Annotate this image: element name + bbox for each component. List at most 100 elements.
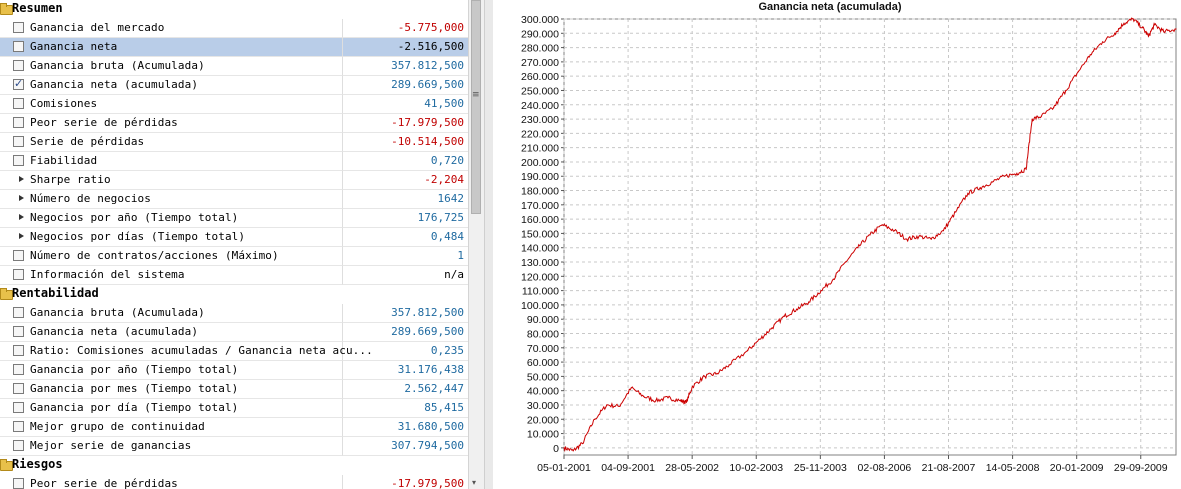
property-row[interactable]: Número de contratos/acciones (Máximo) 1 [0, 247, 468, 266]
property-name-cell: Ganancia por mes (Tiempo total) [0, 380, 343, 399]
expand-triangle-icon[interactable] [19, 214, 24, 220]
y-tick-label: 160.000 [521, 214, 559, 226]
property-row[interactable]: Sharpe ratio -2,204 [0, 171, 468, 190]
data-point [1040, 115, 1042, 117]
property-row[interactable]: Peor serie de pérdidas -17.979,500 [0, 475, 468, 489]
property-label: Ganancia del mercado [30, 21, 165, 34]
property-checkbox[interactable] [13, 478, 24, 489]
property-checkbox[interactable] [13, 155, 24, 166]
data-point [1154, 24, 1156, 26]
property-checkbox[interactable] [13, 250, 24, 261]
property-checkbox[interactable] [13, 22, 24, 33]
property-checkbox[interactable] [13, 98, 24, 109]
property-row[interactable]: Peor serie de pérdidas -17.979,500 [0, 114, 468, 133]
property-checkbox[interactable] [13, 326, 24, 337]
data-point [979, 187, 981, 189]
property-value-cell: 307.794,500 [343, 437, 468, 456]
x-tick-label: 10-02-2003 [729, 462, 783, 474]
data-point [1025, 168, 1027, 170]
data-point [572, 450, 574, 452]
property-row[interactable]: Ganancia bruta (Acumulada) 357.812,500 [0, 304, 468, 323]
property-value: 0,235 [430, 344, 464, 357]
property-name-cell: Número de negocios [0, 190, 343, 209]
data-point [930, 238, 932, 240]
property-name-cell: Peor serie de pérdidas [0, 114, 343, 133]
property-value: 0,720 [430, 154, 464, 167]
property-checkbox[interactable] [13, 402, 24, 413]
property-value: n/a [444, 268, 464, 281]
property-row[interactable]: Ganancia por mes (Tiempo total) 2.562,447 [0, 380, 468, 399]
property-row[interactable]: Ganancia neta -2.516,500 [0, 38, 468, 57]
property-value-cell: 2.562,447 [343, 380, 468, 399]
vertical-scrollbar[interactable] [468, 0, 484, 489]
y-tick-label: 280.000 [521, 43, 559, 55]
property-label: Ratio: Comisiones acumuladas / Ganancia … [30, 344, 373, 357]
property-row[interactable]: Fiabilidad 0,720 [0, 152, 468, 171]
property-value-cell: 41,500 [343, 95, 468, 114]
data-point [942, 230, 944, 232]
properties-panel: Resumen Ganancia del mercado -5.775,000 Gan… [0, 0, 468, 489]
property-label: Peor serie de pérdidas [30, 477, 178, 489]
property-row[interactable]: Serie de pérdidas -10.514,500 [0, 133, 468, 152]
property-checkbox[interactable] [13, 421, 24, 432]
property-name-cell: Negocios por año (Tiempo total) [0, 209, 343, 228]
x-tick-label: 05-01-2001 [537, 462, 591, 474]
property-checkbox[interactable] [13, 117, 24, 128]
scroll-down-arrow-icon[interactable]: ▾ [472, 478, 476, 487]
property-row[interactable]: Número de negocios 1642 [0, 190, 468, 209]
property-name-cell: Ganancia neta (acumulada) [0, 323, 343, 342]
property-row[interactable]: Ganancia por día (Tiempo total) 85,415 [0, 399, 468, 418]
property-row[interactable]: Comisiones 41,500 [0, 95, 468, 114]
property-row[interactable]: Ganancia del mercado -5.775,000 [0, 19, 468, 38]
property-checkbox[interactable] [13, 77, 24, 90]
data-point [1016, 172, 1018, 174]
property-checkbox[interactable] [13, 383, 24, 394]
data-point [808, 301, 810, 303]
y-tick-label: 40.000 [527, 386, 559, 398]
scrollbar-thumb[interactable] [471, 0, 481, 214]
property-value: 357.812,500 [391, 306, 464, 319]
property-label: Negocios por días (Tiempo total) [30, 230, 246, 243]
property-row[interactable]: Negocios por año (Tiempo total) 176,725 [0, 209, 468, 228]
section-header-rentabilidad[interactable]: Rentabilidad [0, 285, 468, 304]
property-row[interactable]: Mejor serie de ganancias 307.794,500 [0, 437, 468, 456]
x-tick-label: 14-05-2008 [986, 462, 1040, 474]
property-value-cell: 0,235 [343, 342, 468, 361]
expand-triangle-icon[interactable] [19, 195, 24, 201]
property-checkbox[interactable] [13, 440, 24, 451]
property-checkbox[interactable] [13, 345, 24, 356]
data-point [857, 247, 859, 249]
property-checkbox[interactable] [13, 136, 24, 147]
property-row[interactable]: Ganancia neta (acumulada) 289.669,500 [0, 323, 468, 342]
y-tick-label: 200.000 [521, 157, 559, 169]
property-row[interactable]: Mejor grupo de continuidad 31.680,500 [0, 418, 468, 437]
property-value-cell: 289.669,500 [343, 76, 468, 95]
property-row[interactable]: Información del sistema n/a [0, 266, 468, 285]
data-point [704, 375, 706, 377]
property-value-cell: 289.669,500 [343, 323, 468, 342]
section-header-riesgos[interactable]: Riesgos [0, 456, 468, 475]
property-value: -2.516,500 [397, 40, 464, 53]
property-value: 289.669,500 [391, 78, 464, 91]
y-tick-label: 250.000 [521, 85, 559, 97]
property-checkbox[interactable] [13, 364, 24, 375]
data-point [991, 181, 993, 183]
property-checkbox[interactable] [13, 41, 24, 52]
property-label: Mejor grupo de continuidad [30, 420, 205, 433]
section-header-resumen[interactable]: Resumen [0, 0, 468, 19]
y-tick-label: 90.000 [527, 314, 559, 326]
property-checkbox[interactable] [13, 60, 24, 71]
y-tick-label: 140.000 [521, 243, 559, 255]
property-checkbox[interactable] [13, 307, 24, 318]
property-checkbox[interactable] [13, 269, 24, 280]
expand-triangle-icon[interactable] [19, 176, 24, 182]
property-row[interactable]: Ganancia bruta (Acumulada) 357.812,500 [0, 57, 468, 76]
y-tick-label: 240.000 [521, 100, 559, 112]
expand-triangle-icon[interactable] [19, 233, 24, 239]
property-row[interactable]: Ratio: Comisiones acumuladas / Ganancia … [0, 342, 468, 361]
property-row[interactable]: Ganancia neta (acumulada) 289.669,500 [0, 76, 468, 95]
property-row[interactable]: Negocios por días (Tiempo total) 0,484 [0, 228, 468, 247]
property-row[interactable]: Ganancia por año (Tiempo total) 31.176,43… [0, 361, 468, 380]
section-title: Rentabilidad [12, 286, 99, 300]
section-title: Riesgos [12, 457, 63, 471]
